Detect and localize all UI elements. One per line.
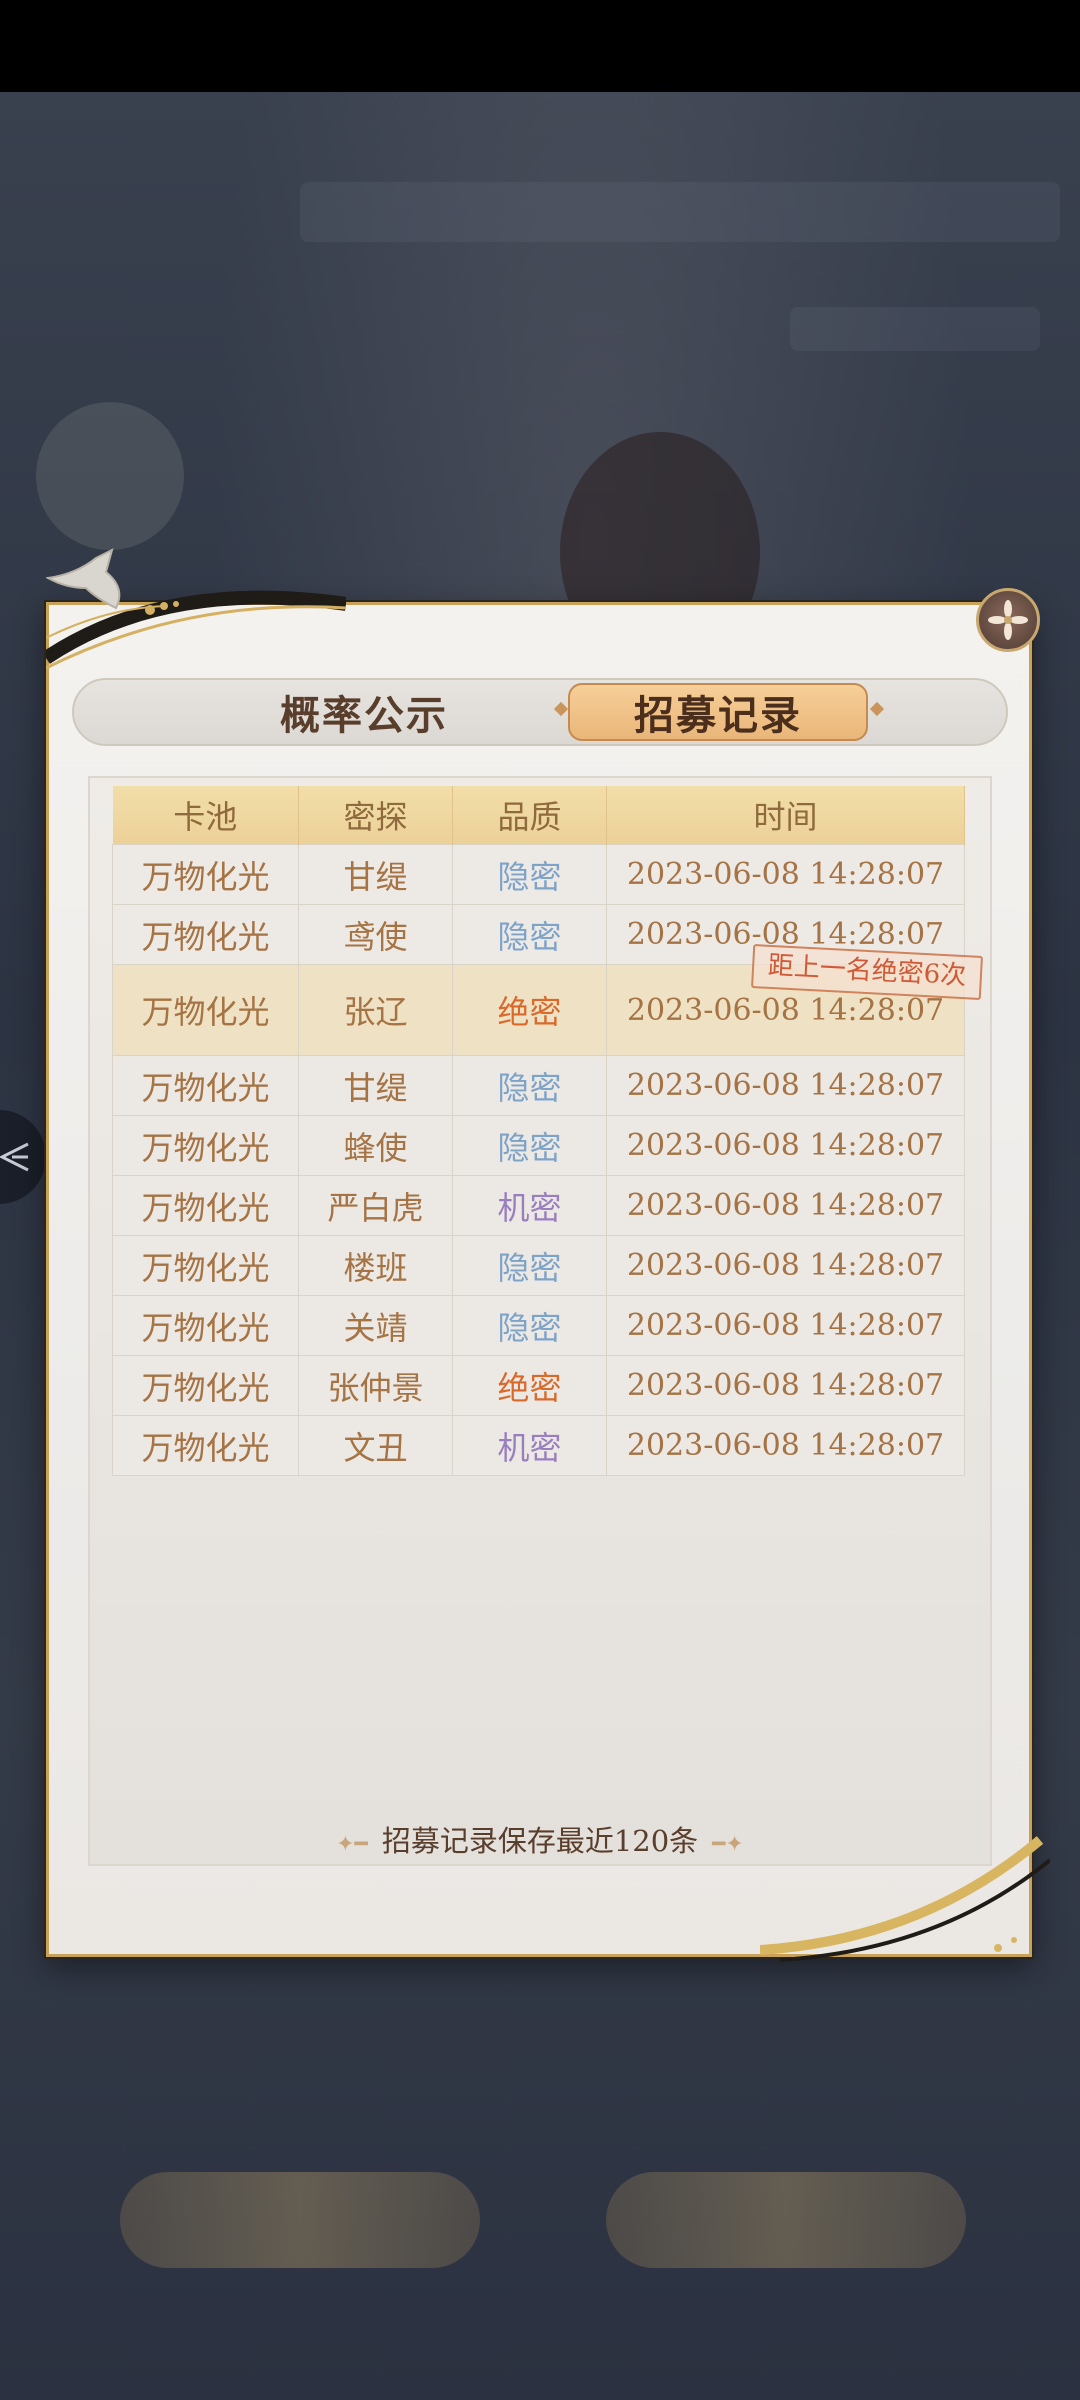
cell-time: 2023-06-08 14:28:07	[606, 1115, 965, 1176]
cell-quality: 绝密	[452, 1355, 607, 1416]
footer-note: ✦━ 招募记录保存最近120条 ━✦	[88, 1818, 992, 1860]
background-label	[790, 307, 1040, 351]
cell-quality: 隐密	[452, 1295, 607, 1356]
cell-quality: 隐密	[452, 904, 607, 965]
tab-diamond-right	[869, 701, 885, 717]
tab-bar: 概率公示 招募记录	[72, 678, 1008, 746]
cell-quality: 隐密	[452, 1235, 607, 1296]
cell-agent: 张辽	[298, 964, 453, 1056]
table-row: 万物化光 蜂使 隐密 2023-06-08 14:28:07	[112, 1115, 965, 1176]
cell-pool: 万物化光	[112, 1175, 299, 1236]
table-header-row: 卡池 密探 品质 时间	[112, 786, 965, 845]
background-button-left	[120, 2172, 480, 2268]
background-button-right	[606, 2172, 966, 2268]
cell-time: 2023-06-08 14:28:07	[606, 1355, 965, 1416]
cell-agent: 甘缇	[298, 1055, 453, 1116]
close-button[interactable]	[976, 588, 1040, 652]
cell-agent: 关靖	[298, 1295, 453, 1356]
cell-time: 2023-06-08 14:28:07	[606, 1055, 965, 1116]
cell-pool: 万物化光	[112, 1415, 299, 1476]
table-row: 万物化光 甘缇 隐密 2023-06-08 14:28:07	[112, 1055, 965, 1116]
cell-time: 2023-06-08 14:28:07	[606, 1175, 965, 1236]
footer-ornament-left: ✦━	[336, 1832, 368, 1857]
cell-pool: 万物化光	[112, 1115, 299, 1176]
cell-pool: 万物化光	[112, 904, 299, 965]
cell-agent: 甘缇	[298, 844, 453, 905]
tab-probability[interactable]: 概率公示	[224, 680, 504, 744]
header-agent: 密探	[298, 786, 453, 845]
cell-time: 2023-06-08 14:28:07	[606, 844, 965, 905]
table-row: 万物化光 楼班 隐密 2023-06-08 14:28:07	[112, 1235, 965, 1296]
table-row: 万物化光 严白虎 机密 2023-06-08 14:28:07	[112, 1175, 965, 1236]
header-time: 时间	[606, 786, 965, 845]
cell-quality: 机密	[452, 1175, 607, 1236]
cell-time: 2023-06-08 14:28:07	[606, 1295, 965, 1356]
footer-text: 招募记录保存最近120条	[381, 1824, 699, 1858]
cell-quality: 隐密	[452, 1055, 607, 1116]
flower-close-icon	[988, 600, 1028, 640]
cell-agent: 蜂使	[298, 1115, 453, 1176]
cell-pool: 万物化光	[112, 964, 299, 1056]
cell-pool: 万物化光	[112, 1055, 299, 1116]
table-row: 万物化光 关靖 隐密 2023-06-08 14:28:07	[112, 1295, 965, 1356]
records-table: 卡池 密探 品质 时间 万物化光 甘缇 隐密 2023-06-08 14:28:07 万…	[112, 786, 965, 1476]
cell-quality: 绝密	[452, 964, 607, 1056]
tab-diamond-left	[553, 701, 569, 717]
cell-time: 2023-06-08 14:28:07	[606, 1235, 965, 1296]
footer-ornament-right: ━✦	[712, 1832, 744, 1857]
tab-records[interactable]: 招募记录	[568, 683, 868, 741]
background-round-icon	[36, 402, 184, 550]
cell-agent: 楼班	[298, 1235, 453, 1296]
cell-quality: 隐密	[452, 844, 607, 905]
table-row: 万物化光 甘缇 隐密 2023-06-08 14:28:07	[112, 844, 965, 905]
header-pool: 卡池	[112, 786, 299, 845]
cell-agent: 张仲景	[298, 1355, 453, 1416]
cell-agent: 文丑	[298, 1415, 453, 1476]
cell-pool: 万物化光	[112, 1295, 299, 1356]
cell-time: 2023-06-08 14:28:07	[606, 1415, 965, 1476]
cell-agent: 严白虎	[298, 1175, 453, 1236]
table-row: 万物化光 张仲景 绝密 2023-06-08 14:28:07	[112, 1355, 965, 1416]
table-row: 万物化光 文丑 机密 2023-06-08 14:28:07	[112, 1415, 965, 1476]
header-quality: 品质	[452, 786, 607, 845]
cell-agent: 鸢使	[298, 904, 453, 965]
cell-pool: 万物化光	[112, 844, 299, 905]
cell-pool: 万物化光	[112, 1355, 299, 1416]
cell-quality: 隐密	[452, 1115, 607, 1176]
cell-pool: 万物化光	[112, 1235, 299, 1296]
status-bar	[0, 0, 1080, 92]
background-top-bar	[300, 182, 1060, 242]
left-arrow-icon	[0, 1142, 29, 1172]
cell-quality: 机密	[452, 1415, 607, 1476]
